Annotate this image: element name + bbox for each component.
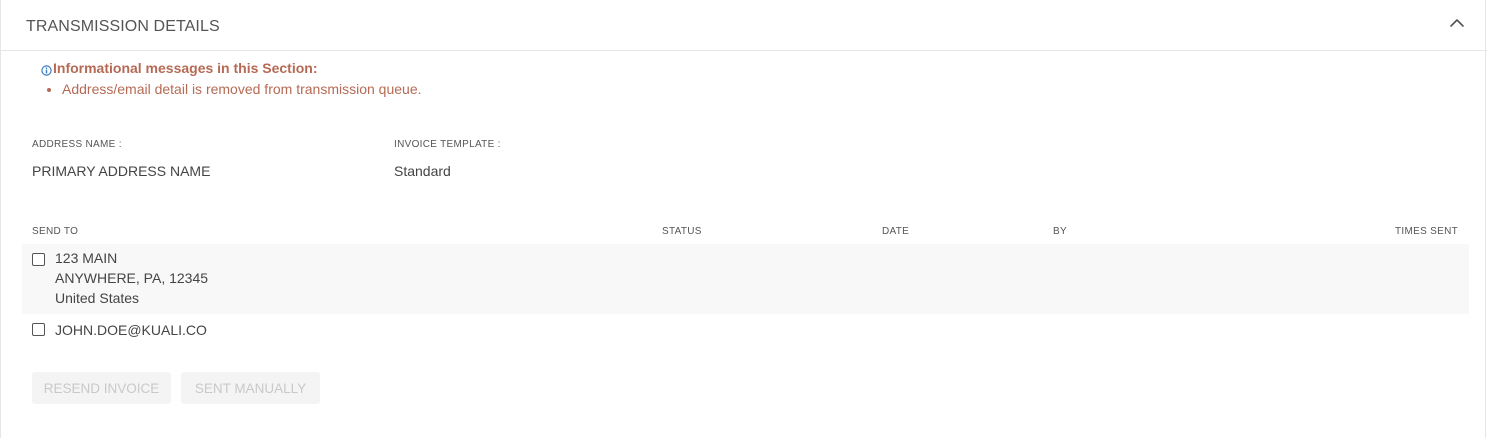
- invoice-template-label: INVOICE TEMPLATE :: [394, 139, 501, 150]
- address-name-value: PRIMARY ADDRESS NAME: [32, 163, 211, 179]
- table-row: [22, 244, 1469, 314]
- transmission-details-panel: TRANSMISSION DETAILS Informational messa…: [0, 0, 1487, 438]
- chevron-up-icon[interactable]: [1445, 12, 1469, 36]
- sent-manually-button[interactable]: SENT MANUALLY: [181, 372, 320, 404]
- info-heading-text: Informational messages in this Section:: [53, 60, 318, 76]
- info-message: Address/email detail is removed from tra…: [62, 80, 422, 98]
- row-checkbox-email[interactable]: [32, 323, 45, 336]
- send-to-address-line: 123 MAIN: [55, 250, 118, 266]
- info-message-list: Address/email detail is removed from tra…: [41, 80, 422, 98]
- column-header-date: DATE: [882, 226, 910, 237]
- resend-invoice-button[interactable]: RESEND INVOICE: [32, 372, 171, 404]
- column-header-send-to: SEND TO: [32, 226, 79, 237]
- section-header[interactable]: TRANSMISSION DETAILS: [1, 0, 1487, 51]
- send-to-address-line: United States: [55, 290, 140, 306]
- column-header-status: STATUS: [662, 226, 702, 237]
- info-heading: Informational messages in this Section:: [41, 60, 422, 76]
- info-messages: Informational messages in this Section: …: [41, 60, 422, 98]
- send-to-email: JOHN.DOE@KUALI.CO: [55, 322, 207, 338]
- section-title: TRANSMISSION DETAILS: [26, 18, 220, 35]
- row-checkbox-address[interactable]: [32, 253, 45, 266]
- column-header-times-sent: TIMES SENT: [1395, 226, 1459, 237]
- info-circle-icon: [41, 63, 52, 76]
- column-header-by: BY: [1053, 226, 1067, 237]
- invoice-template-value: Standard: [394, 163, 451, 179]
- address-name-label: ADDRESS NAME :: [32, 139, 122, 150]
- send-to-address-line: ANYWHERE, PA, 12345: [55, 270, 209, 286]
